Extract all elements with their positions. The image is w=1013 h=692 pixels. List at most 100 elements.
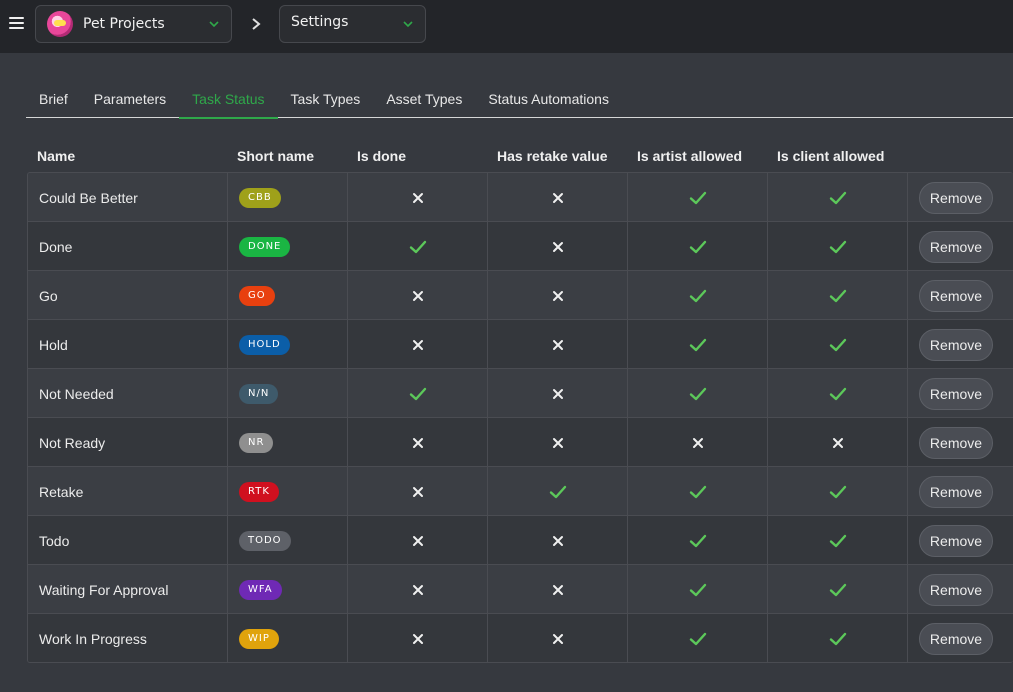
artist-allowed-cell (628, 516, 768, 565)
cross-icon (412, 535, 423, 546)
short-name-cell: DONE (228, 222, 348, 271)
is-done-cell (348, 173, 488, 222)
cross-icon (832, 437, 843, 448)
is-done-cell (348, 614, 488, 662)
chevron-down-icon (209, 21, 219, 28)
cross-icon (552, 388, 563, 399)
artist-allowed-cell (628, 467, 768, 516)
status-badge: GO (239, 285, 275, 306)
status-name: Not Ready (28, 418, 228, 467)
artist-allowed-cell (628, 320, 768, 369)
client-allowed-cell (768, 320, 908, 369)
cross-icon (412, 633, 423, 644)
artist-allowed-cell (628, 173, 768, 222)
column-header-client-allowed: Is client allowed (777, 148, 885, 164)
status-badge: HOLD (239, 334, 290, 355)
menu-icon[interactable] (9, 17, 24, 31)
status-badge: WFA (239, 579, 282, 600)
action-cell: Remove (908, 173, 1013, 222)
table-row: Could Be Better CBB Remove (28, 173, 1013, 222)
status-badge: RTK (239, 481, 279, 502)
remove-button[interactable]: Remove (919, 377, 993, 410)
cross-icon (412, 339, 423, 350)
cross-icon (412, 584, 423, 595)
project-selector[interactable]: Pet Projects (35, 5, 232, 43)
is-done-cell (348, 516, 488, 565)
short-name-cell: CBB (228, 173, 348, 222)
remove-button[interactable]: Remove (919, 573, 993, 606)
table-header: Name Short name Is done Has retake value… (27, 140, 1013, 172)
remove-button[interactable]: Remove (919, 279, 993, 312)
cross-icon (552, 192, 563, 203)
check-icon (829, 338, 846, 351)
status-name: Not Needed (28, 369, 228, 418)
project-logo (47, 11, 73, 37)
check-icon (689, 632, 706, 645)
status-badge: CBB (239, 187, 281, 208)
table-row: Go GO Remove (28, 271, 1013, 320)
action-cell: Remove (908, 369, 1013, 418)
tab-task-status[interactable]: Task Status (179, 87, 278, 119)
is-done-cell (348, 565, 488, 614)
remove-button[interactable]: Remove (919, 328, 993, 361)
check-icon (549, 485, 566, 498)
tab-task-types[interactable]: Task Types (278, 87, 374, 118)
check-icon (689, 191, 706, 204)
short-name-cell: HOLD (228, 320, 348, 369)
tab-parameters[interactable]: Parameters (81, 87, 179, 118)
check-icon (689, 485, 706, 498)
remove-button[interactable]: Remove (919, 524, 993, 557)
action-cell: Remove (908, 565, 1013, 614)
section-selector[interactable]: Settings (279, 5, 426, 43)
check-icon (829, 534, 846, 547)
client-allowed-cell (768, 173, 908, 222)
has-retake-cell (488, 516, 628, 565)
has-retake-cell (488, 173, 628, 222)
cross-icon (412, 437, 423, 448)
artist-allowed-cell (628, 418, 768, 467)
status-name: Retake (28, 467, 228, 516)
artist-allowed-cell (628, 369, 768, 418)
table-row: Not Ready NR Remove (28, 418, 1013, 467)
check-icon (409, 240, 426, 253)
check-icon (689, 240, 706, 253)
check-icon (409, 387, 426, 400)
status-name: Work In Progress (28, 614, 228, 662)
tab-asset-types[interactable]: Asset Types (373, 87, 475, 118)
top-bar: Pet Projects Settings (0, 0, 1013, 53)
table-row: Retake RTK Remove (28, 467, 1013, 516)
cross-icon (692, 437, 703, 448)
artist-allowed-cell (628, 222, 768, 271)
has-retake-cell (488, 320, 628, 369)
has-retake-cell (488, 467, 628, 516)
cross-icon (552, 535, 563, 546)
table-row: Not Needed N/N Remove (28, 369, 1013, 418)
tab-brief[interactable]: Brief (26, 87, 81, 118)
remove-button[interactable]: Remove (919, 622, 993, 655)
short-name-cell: GO (228, 271, 348, 320)
tab-status-automations[interactable]: Status Automations (475, 87, 622, 118)
cross-icon (552, 241, 563, 252)
remove-button[interactable]: Remove (919, 181, 993, 214)
client-allowed-cell (768, 369, 908, 418)
column-header-is-done: Is done (357, 148, 407, 164)
cross-icon (552, 437, 563, 448)
status-name: Go (28, 271, 228, 320)
column-header-short-name: Short name (237, 148, 315, 164)
status-badge: N/N (239, 383, 279, 404)
remove-button[interactable]: Remove (919, 475, 993, 508)
check-icon (689, 289, 706, 302)
table-row: Waiting For Approval WFA Remove (28, 565, 1013, 614)
check-icon (689, 534, 706, 547)
has-retake-cell (488, 222, 628, 271)
status-badge: NR (239, 432, 274, 453)
is-done-cell (348, 369, 488, 418)
table-row: Done DONE Remove (28, 222, 1013, 271)
short-name-cell: TODO (228, 516, 348, 565)
client-allowed-cell (768, 516, 908, 565)
short-name-cell: WIP (228, 614, 348, 662)
check-icon (829, 289, 846, 302)
remove-button[interactable]: Remove (919, 426, 993, 459)
remove-button[interactable]: Remove (919, 230, 993, 263)
action-cell: Remove (908, 516, 1013, 565)
